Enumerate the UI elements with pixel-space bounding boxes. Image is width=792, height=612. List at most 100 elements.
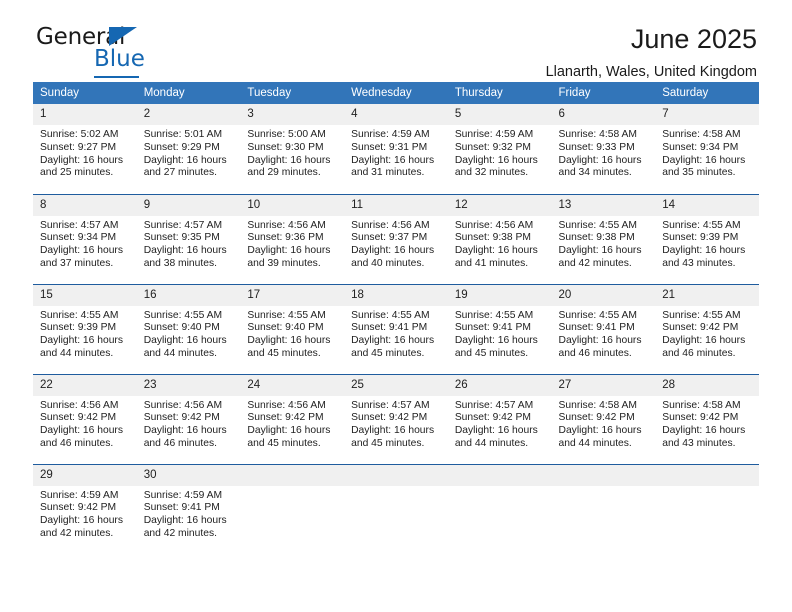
day-number: 1	[33, 104, 137, 125]
day-details: Sunrise: 4:59 AM Sunset: 9:32 PM Daylight:…	[448, 125, 552, 180]
day-number: 3	[240, 104, 345, 125]
sunset-time: Sunset: 9:41 PM	[143, 502, 220, 514]
calendar-day-cell[interactable]: 23 Sunrise: 4:56 AM Sunset: 9:42 PM Dayligh…	[136, 373, 241, 464]
daylight-duration-line1: Daylight: 16 hours	[40, 425, 123, 437]
day-number	[655, 464, 759, 486]
day-details: Sunrise: 4:55 AM Sunset: 9:40 PM Daylight:…	[240, 306, 344, 361]
calendar-day-cell[interactable]: 21 Sunrise: 4:55 AM Sunset: 9:42 PM Dayligh…	[655, 283, 759, 374]
calendar-day-cell[interactable]: 19 Sunrise: 4:55 AM Sunset: 9:41 PM Dayligh…	[447, 283, 552, 374]
day-details: Sunrise: 4:58 AM Sunset: 9:33 PM Daylight:…	[552, 125, 656, 180]
sunrise-time: Sunrise: 4:55 AM	[662, 219, 741, 231]
sunset-time: Sunset: 9:29 PM	[143, 141, 220, 153]
sunset-time: Sunset: 9:42 PM	[247, 412, 324, 424]
daylight-duration-line2: and 44 minutes.	[40, 347, 114, 359]
daylight-duration-line2: and 46 minutes.	[143, 437, 217, 449]
sunrise-time: Sunrise: 4:59 AM	[143, 489, 223, 501]
calendar-day-cell[interactable]: 3 Sunrise: 5:00 AM Sunset: 9:30 PM Daylight…	[240, 104, 345, 194]
sunrise-time: Sunrise: 4:55 AM	[558, 219, 637, 231]
calendar-day-cell[interactable]: 20 Sunrise: 4:55 AM Sunset: 9:41 PM Dayligh…	[551, 283, 656, 374]
day-details: Sunrise: 4:56 AM Sunset: 9:36 PM Daylight:…	[240, 216, 344, 271]
calendar-day-cell[interactable]: 28 Sunrise: 4:58 AM Sunset: 9:42 PM Dayligh…	[655, 373, 759, 464]
calendar-day-cell[interactable]: 7 Sunrise: 4:58 AM Sunset: 9:34 PM Daylight…	[655, 104, 759, 194]
daylight-duration-line1: Daylight: 16 hours	[247, 425, 331, 437]
day-number: 8	[33, 194, 137, 216]
calendar-day-cell[interactable]: 22 Sunrise: 4:56 AM Sunset: 9:42 PM Dayligh…	[33, 373, 137, 464]
calendar-day-cell[interactable]: 1 Sunrise: 5:02 AM Sunset: 9:27 PM Daylight…	[33, 104, 137, 194]
calendar-day-cell[interactable]: 17 Sunrise: 4:55 AM Sunset: 9:40 PM Dayligh…	[240, 283, 345, 374]
day-details: Sunrise: 4:56 AM Sunset: 9:42 PM Daylight:…	[33, 396, 137, 451]
day-number: 30	[136, 464, 241, 486]
sunset-time: Sunset: 9:41 PM	[351, 322, 428, 334]
sunset-time: Sunset: 9:42 PM	[40, 412, 117, 424]
calendar-week-row: 29 Sunrise: 4:59 AM Sunset: 9:42 PM Dayligh…	[33, 463, 759, 554]
calendar-day-cell[interactable]: 8 Sunrise: 4:57 AM Sunset: 9:34 PM Daylight…	[33, 193, 137, 284]
calendar-day-cell[interactable]: 14 Sunrise: 4:55 AM Sunset: 9:39 PM Dayligh…	[655, 193, 759, 284]
calendar-week-row: 8 Sunrise: 4:57 AM Sunset: 9:34 PM Daylight…	[33, 193, 759, 284]
calendar-day-cell[interactable]: 9 Sunrise: 4:57 AM Sunset: 9:35 PM Daylight…	[136, 193, 241, 284]
sunrise-time: Sunrise: 4:59 AM	[454, 129, 534, 140]
calendar-day-cell[interactable]: 10 Sunrise: 4:56 AM Sunset: 9:36 PM Dayligh…	[240, 193, 345, 284]
calendar-day-cell[interactable]: 18 Sunrise: 4:55 AM Sunset: 9:41 PM Dayligh…	[344, 283, 448, 374]
calendar-day-cell-empty	[551, 463, 656, 554]
day-number: 27	[551, 374, 656, 396]
daylight-duration-line2: and 44 minutes.	[143, 347, 217, 359]
daylight-duration-line2: and 46 minutes.	[558, 347, 632, 359]
day-number: 9	[136, 194, 241, 216]
calendar-day-cell[interactable]: 11 Sunrise: 4:56 AM Sunset: 9:37 PM Dayligh…	[344, 193, 448, 284]
day-details: Sunrise: 4:55 AM Sunset: 9:41 PM Daylight:…	[344, 306, 448, 361]
day-number	[551, 464, 656, 486]
sunrise-time: Sunrise: 4:57 AM	[351, 399, 430, 411]
daylight-duration-line1: Daylight: 16 hours	[558, 425, 642, 437]
day-number: 29	[33, 464, 137, 486]
calendar-day-cell[interactable]: 6 Sunrise: 4:58 AM Sunset: 9:33 PM Daylight…	[551, 104, 656, 194]
day-details: Sunrise: 4:57 AM Sunset: 9:42 PM Daylight:…	[448, 396, 552, 451]
sunrise-time: Sunrise: 4:59 AM	[40, 489, 119, 501]
calendar-day-cell[interactable]: 27 Sunrise: 4:58 AM Sunset: 9:42 PM Dayligh…	[551, 373, 656, 464]
daylight-duration-line1: Daylight: 16 hours	[40, 245, 123, 257]
calendar-day-cell[interactable]: 25 Sunrise: 4:57 AM Sunset: 9:42 PM Dayligh…	[344, 373, 448, 464]
calendar-day-cell[interactable]: 4 Sunrise: 4:59 AM Sunset: 9:31 PM Daylight…	[344, 104, 448, 194]
day-details: Sunrise: 4:55 AM Sunset: 9:38 PM Daylight:…	[552, 216, 656, 271]
calendar-day-cell[interactable]: 29 Sunrise: 4:59 AM Sunset: 9:42 PM Dayligh…	[33, 463, 137, 554]
daylight-duration-line1: Daylight: 16 hours	[662, 154, 746, 166]
daylight-duration-line1: Daylight: 16 hours	[247, 245, 331, 257]
day-number: 12	[447, 194, 552, 216]
calendar-page: General Blue June 2025 Llanarth, Wales, …	[0, 0, 792, 612]
day-details: Sunrise: 4:56 AM Sunset: 9:38 PM Daylight:…	[448, 216, 552, 271]
calendar-day-cell-empty	[240, 463, 345, 554]
calendar-day-cell[interactable]: 12 Sunrise: 4:56 AM Sunset: 9:38 PM Dayligh…	[447, 193, 552, 284]
day-details: Sunrise: 4:56 AM Sunset: 9:42 PM Daylight:…	[137, 396, 241, 451]
sunset-time: Sunset: 9:35 PM	[143, 232, 220, 244]
calendar-day-cell[interactable]: 30 Sunrise: 4:59 AM Sunset: 9:41 PM Dayligh…	[136, 463, 241, 554]
day-details: Sunrise: 5:00 AM Sunset: 9:30 PM Daylight:…	[240, 125, 344, 180]
logo-underline	[94, 76, 139, 78]
sunset-time: Sunset: 9:38 PM	[558, 232, 635, 244]
daylight-duration-line2: and 37 minutes.	[40, 257, 114, 269]
day-number: 26	[447, 374, 552, 396]
day-number: 21	[655, 284, 759, 306]
daylight-duration-line2: and 42 minutes.	[558, 257, 632, 269]
calendar-day-cell-empty	[447, 463, 552, 554]
daylight-duration-line2: and 34 minutes.	[558, 167, 632, 179]
sunset-time: Sunset: 9:32 PM	[454, 141, 531, 153]
sunrise-time: Sunrise: 4:55 AM	[662, 309, 741, 321]
calendar-day-cell[interactable]: 16 Sunrise: 4:55 AM Sunset: 9:40 PM Dayligh…	[136, 283, 241, 374]
calendar-day-cell[interactable]: 15 Sunrise: 4:55 AM Sunset: 9:39 PM Dayligh…	[33, 283, 137, 374]
calendar-day-cell[interactable]: 24 Sunrise: 4:56 AM Sunset: 9:42 PM Dayligh…	[240, 373, 345, 464]
calendar-day-cell[interactable]: 13 Sunrise: 4:55 AM Sunset: 9:38 PM Dayligh…	[551, 193, 656, 284]
day-details: Sunrise: 4:55 AM Sunset: 9:41 PM Daylight:…	[448, 306, 552, 361]
sunrise-time: Sunrise: 4:57 AM	[454, 399, 534, 411]
calendar-day-cell[interactable]: 2 Sunrise: 5:01 AM Sunset: 9:29 PM Daylight…	[136, 104, 241, 194]
daylight-duration-line2: and 35 minutes.	[662, 167, 736, 179]
calendar-day-cell[interactable]: 5 Sunrise: 4:59 AM Sunset: 9:32 PM Daylight…	[447, 104, 552, 194]
sunrise-time: Sunrise: 4:55 AM	[40, 309, 119, 321]
sunset-time: Sunset: 9:41 PM	[454, 322, 531, 334]
daylight-duration-line1: Daylight: 16 hours	[351, 154, 435, 166]
day-number: 2	[136, 104, 241, 125]
sunrise-time: Sunrise: 4:55 AM	[558, 309, 637, 321]
calendar-day-cell[interactable]: 26 Sunrise: 4:57 AM Sunset: 9:42 PM Dayligh…	[447, 373, 552, 464]
day-details: Sunrise: 4:59 AM Sunset: 9:41 PM Daylight:…	[137, 486, 241, 541]
daylight-duration-line2: and 46 minutes.	[40, 437, 114, 449]
daylight-duration-line2: and 43 minutes.	[662, 437, 736, 449]
daylight-duration-line1: Daylight: 16 hours	[662, 425, 746, 437]
